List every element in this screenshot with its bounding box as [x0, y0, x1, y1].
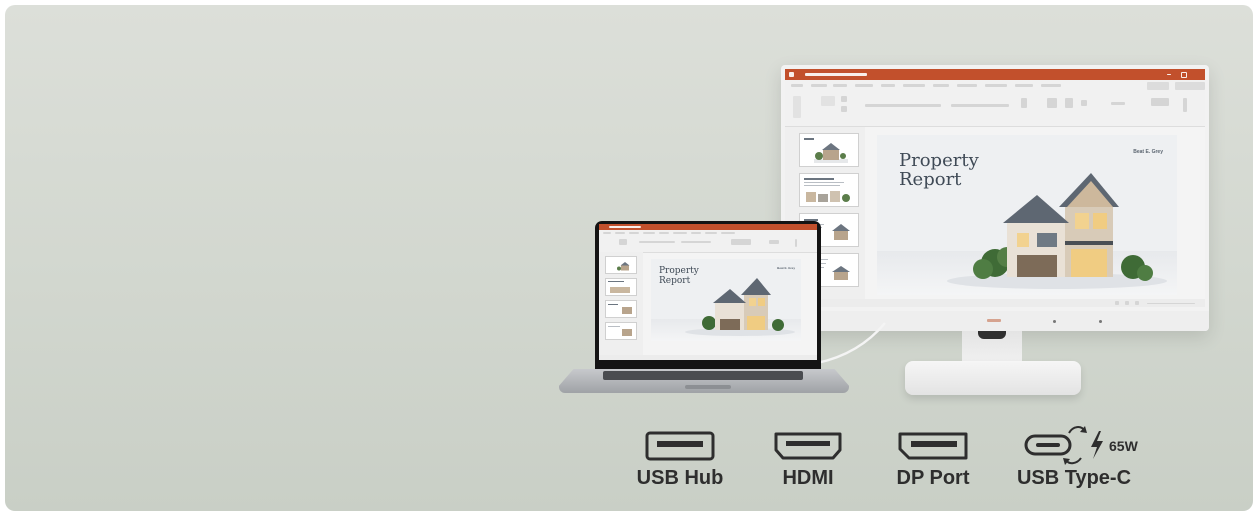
- monitor-screen: Property Report Beat E. Grey: [785, 69, 1205, 307]
- power-delivery-label: 65W: [1109, 438, 1138, 454]
- slide-author: Beat E. Grey: [1133, 149, 1163, 155]
- usb-port-icon: [645, 431, 715, 461]
- app-ribbon: [785, 80, 1205, 127]
- presentation-app: Property Report Beat E. Grey: [785, 69, 1205, 307]
- laptop: Property Report Beat E. Grey: [595, 221, 821, 371]
- house-image: [947, 173, 1167, 289]
- brand-logo: [987, 319, 1001, 322]
- slide-thumbnail[interactable]: [605, 278, 637, 296]
- monitor-bezel: [781, 311, 1209, 331]
- product-banner: Property Report Beat E. Grey Property Re…: [5, 5, 1253, 511]
- slide-thumbnail[interactable]: [605, 300, 637, 318]
- monitor-stand-base: [905, 361, 1081, 395]
- lightning-bolt-icon: [1091, 431, 1103, 459]
- usb-c-port-icon: [1024, 426, 1103, 465]
- slide-thumbnail[interactable]: [605, 256, 637, 274]
- slide-thumbnail[interactable]: [605, 322, 637, 340]
- laptop-screen: Property Report Beat E. Grey: [599, 224, 817, 360]
- slide-thumbnails-panel: [599, 252, 643, 360]
- house-thumbnail-icon: [814, 143, 848, 163]
- app-ribbon: [599, 230, 817, 253]
- displayport-icon: [898, 432, 968, 460]
- laptop-keyboard: [603, 371, 803, 380]
- port-label-dp-port: DP Port: [896, 467, 970, 489]
- slide-thumbnail[interactable]: [799, 173, 859, 207]
- slide-author: Beat E. Grey: [777, 266, 795, 270]
- port-label-usb-hub: USB Hub: [636, 467, 724, 489]
- presentation-app-laptop: Property Report Beat E. Grey: [599, 224, 817, 360]
- power-indicator: [1053, 320, 1056, 323]
- port-label-hdmi: HDMI: [782, 467, 834, 489]
- app-title-bar: [785, 69, 1205, 80]
- control-button[interactable]: [1099, 320, 1102, 323]
- slide-thumbnail[interactable]: [799, 133, 859, 167]
- house-image: [685, 278, 795, 336]
- slide-canvas[interactable]: Property Report Beat E. Grey: [651, 259, 801, 341]
- monitor: Property Report Beat E. Grey: [781, 65, 1209, 331]
- port-label-usb-type-c: USB Type-C: [1016, 467, 1132, 489]
- slide-canvas[interactable]: Property Report Beat E. Grey: [877, 135, 1177, 295]
- laptop-hinge: [685, 385, 731, 389]
- hdmi-port-icon: [774, 432, 842, 460]
